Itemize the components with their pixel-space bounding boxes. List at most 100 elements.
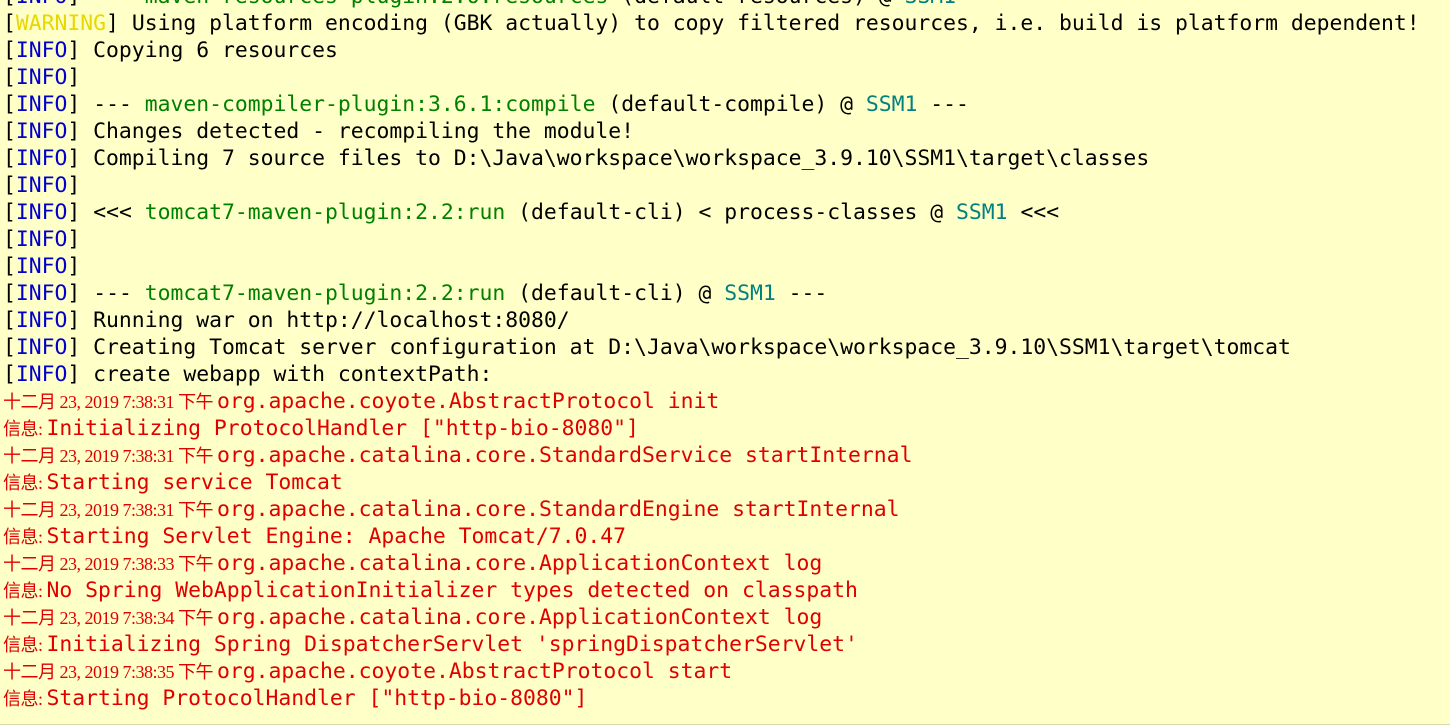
log-message: Starting Servlet Engine: Apache Tomcat/7… bbox=[46, 524, 627, 549]
project-name: SSM1 bbox=[905, 0, 957, 9]
console-line: [INFO] --- tomcat7-maven-plugin:2.2:run … bbox=[3, 280, 1450, 307]
console-line: [INFO] Changes detected - recompiling th… bbox=[3, 118, 1450, 145]
log-prefix: --- bbox=[93, 281, 145, 306]
log-message: Using platform encoding (GBK actually) t… bbox=[118, 11, 1420, 36]
bracket-open: [ bbox=[3, 335, 16, 360]
project-name: SSM1 bbox=[865, 92, 918, 117]
log-timestamp: 信息: bbox=[3, 635, 47, 655]
log-message: No Spring WebApplicationInitializer type… bbox=[46, 578, 858, 603]
bracket-close: ] bbox=[67, 227, 81, 252]
log-level-tag: INFO bbox=[15, 65, 68, 90]
console-line: 信息: Initializing Spring DispatcherServle… bbox=[3, 631, 1450, 658]
bracket-open: [ bbox=[3, 227, 16, 252]
bracket-open: [ bbox=[3, 308, 16, 333]
console-line: [WARNING] Using platform encoding (GBK a… bbox=[3, 10, 1450, 37]
bracket-close: ] bbox=[67, 308, 81, 333]
bracket-close: ] bbox=[106, 11, 119, 36]
console-output[interactable]: [INFO] --- maven-resources-plugin:2.6:re… bbox=[0, 0, 1450, 725]
console-line: 十二月 23, 2019 7:38:33 下午 org.apache.catal… bbox=[3, 550, 1450, 577]
bracket-close: ] bbox=[67, 38, 81, 63]
log-prefix: --- bbox=[93, 92, 145, 117]
log-message: Initializing Spring DispatcherServlet 's… bbox=[46, 632, 858, 657]
log-timestamp: 信息: bbox=[3, 473, 47, 493]
log-suffix: --- bbox=[956, 0, 1008, 9]
console-line: [INFO] bbox=[3, 226, 1450, 253]
log-prefix: <<< bbox=[93, 200, 145, 225]
log-message: create webapp with contextPath: bbox=[80, 362, 493, 387]
project-name: SSM1 bbox=[956, 200, 1008, 225]
log-level-tag: INFO bbox=[15, 254, 68, 279]
log-execution: (default-compile) @ bbox=[595, 92, 866, 117]
log-suffix: <<< bbox=[1007, 200, 1060, 225]
bracket-close: ] bbox=[67, 173, 81, 198]
log-suffix: --- bbox=[775, 281, 828, 306]
log-prefix: --- bbox=[93, 0, 145, 9]
bracket-open: [ bbox=[3, 38, 16, 63]
log-message: Copying 6 resources bbox=[80, 38, 338, 63]
bracket-open: [ bbox=[3, 200, 16, 225]
bracket-open: [ bbox=[3, 146, 16, 171]
log-timestamp: 十二月 23, 2019 7:38:31 下午 bbox=[3, 446, 218, 466]
log-level-tag: INFO bbox=[15, 146, 68, 171]
console-line: [INFO] Compiling 7 source files to D:\Ja… bbox=[3, 145, 1450, 172]
console-line: [INFO] <<< tomcat7-maven-plugin:2.2:run … bbox=[3, 199, 1450, 226]
plugin-goal: maven-compiler-plugin:3.6.1:compile bbox=[144, 92, 596, 117]
plugin-goal: maven-resources-plugin:2.6:resources bbox=[145, 0, 609, 9]
console-line: [INFO] bbox=[3, 172, 1450, 199]
console-line: [INFO] bbox=[3, 64, 1450, 91]
console-line: 十二月 23, 2019 7:38:31 下午 org.apache.coyot… bbox=[3, 388, 1450, 415]
log-message: org.apache.catalina.core.ApplicationCont… bbox=[217, 551, 823, 576]
log-timestamp: 十二月 23, 2019 7:38:35 下午 bbox=[3, 662, 218, 682]
console-line: [INFO] --- maven-resources-plugin:2.6:re… bbox=[3, 0, 1450, 10]
log-execution: (default-resources) @ bbox=[608, 0, 904, 9]
bracket-close: ] bbox=[67, 0, 80, 9]
project-name: SSM1 bbox=[724, 281, 776, 306]
plugin-goal: tomcat7-maven-plugin:2.2:run bbox=[144, 281, 506, 306]
bracket-open: [ bbox=[3, 362, 16, 387]
bracket-close: ] bbox=[67, 65, 81, 90]
bracket-close: ] bbox=[67, 92, 81, 117]
log-timestamp: 信息: bbox=[3, 689, 47, 709]
log-level-tag: WARNING bbox=[15, 11, 107, 36]
bracket-close: ] bbox=[67, 119, 81, 144]
console-line: [INFO] Creating Tomcat server configurat… bbox=[3, 334, 1450, 361]
log-suffix: --- bbox=[917, 92, 969, 117]
console-lines: [INFO] --- maven-resources-plugin:2.6:re… bbox=[3, 0, 1450, 712]
console-line: [INFO] bbox=[3, 253, 1450, 280]
bracket-open: [ bbox=[3, 11, 16, 36]
log-level-tag: INFO bbox=[15, 227, 68, 252]
console-line: 信息: Starting Servlet Engine: Apache Tomc… bbox=[3, 523, 1450, 550]
log-timestamp: 信息: bbox=[3, 581, 47, 601]
console-line: 十二月 23, 2019 7:38:31 下午 org.apache.catal… bbox=[3, 442, 1450, 469]
log-message: Starting service Tomcat bbox=[46, 470, 343, 495]
bracket-open: [ bbox=[3, 0, 16, 9]
console-line: [INFO] Copying 6 resources bbox=[3, 37, 1450, 64]
log-execution: (default-cli) < process-classes @ bbox=[505, 200, 957, 225]
log-message: org.apache.catalina.core.ApplicationCont… bbox=[217, 605, 823, 630]
bracket-close: ] bbox=[67, 281, 81, 306]
bracket-close: ] bbox=[67, 254, 81, 279]
console-line: 十二月 23, 2019 7:38:34 下午 org.apache.catal… bbox=[3, 604, 1450, 631]
log-level-tag: INFO bbox=[15, 200, 68, 225]
bracket-open: [ bbox=[3, 254, 16, 279]
console-line: 信息: Initializing ProtocolHandler ["http-… bbox=[3, 415, 1450, 442]
log-timestamp: 十二月 23, 2019 7:38:31 下午 bbox=[3, 500, 218, 520]
bracket-open: [ bbox=[3, 65, 16, 90]
console-line: 信息: Starting service Tomcat bbox=[3, 469, 1450, 496]
log-timestamp: 十二月 23, 2019 7:38:31 下午 bbox=[3, 392, 218, 412]
log-level-tag: INFO bbox=[15, 173, 68, 198]
log-timestamp: 信息: bbox=[3, 419, 47, 439]
log-level-tag: INFO bbox=[16, 0, 68, 9]
console-line: [INFO] Running war on http://localhost:8… bbox=[3, 307, 1450, 334]
log-message: org.apache.coyote.AbstractProtocol start bbox=[217, 659, 733, 684]
log-timestamp: 信息: bbox=[3, 527, 47, 547]
log-level-tag: INFO bbox=[15, 308, 68, 333]
bracket-close: ] bbox=[67, 146, 81, 171]
bracket-close: ] bbox=[67, 200, 81, 225]
log-timestamp: 十二月 23, 2019 7:38:33 下午 bbox=[3, 554, 218, 574]
log-message: Changes detected - recompiling the modul… bbox=[80, 119, 635, 144]
log-message: org.apache.coyote.AbstractProtocol init bbox=[217, 389, 720, 414]
